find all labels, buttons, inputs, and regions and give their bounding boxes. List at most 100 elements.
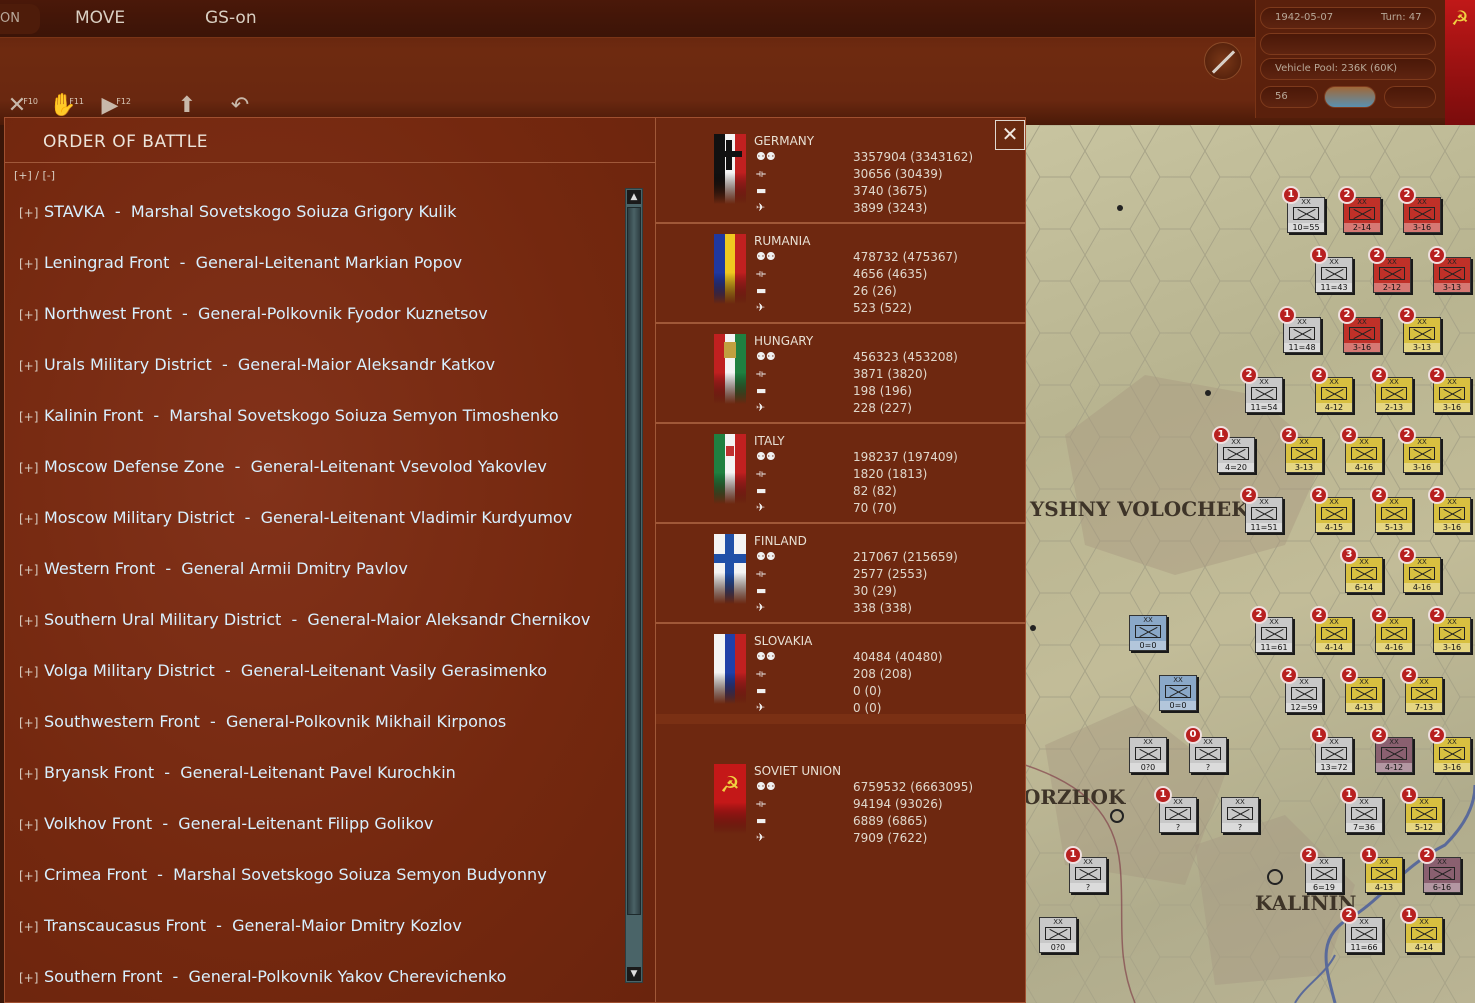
undo-icon[interactable]: ↶ [225, 93, 255, 119]
scroll-thumb[interactable] [627, 207, 641, 915]
command-row[interactable]: [+] Western Front - General Armii Dmitry … [19, 559, 408, 578]
command-row[interactable]: [+] Southern Front - General-Polkovnik Ya… [19, 967, 506, 985]
unit-counter[interactable]: XX 2-13 2 [1370, 366, 1413, 413]
unit-counter[interactable]: XX 12=59 2 [1280, 666, 1323, 713]
expand-row-toggle[interactable]: [+] [19, 716, 38, 730]
unit-counter[interactable]: XX 0?0 [1039, 917, 1077, 953]
scroll-up-arrow-icon[interactable]: ▲ [627, 190, 641, 204]
unit-counter[interactable]: XX 4-12 2 [1310, 366, 1353, 413]
unit-counter[interactable]: XX? [1221, 797, 1259, 833]
expand-row-toggle[interactable]: [+] [19, 410, 38, 424]
unit-counter[interactable]: XX 11=54 2 [1240, 366, 1283, 413]
unit-counter[interactable]: XX 11=43 1 [1310, 246, 1353, 293]
expand-row-toggle[interactable]: [+] [19, 512, 38, 526]
unit-counter[interactable]: XX 4-12 2 [1370, 726, 1413, 773]
unit-counter[interactable]: XX 3-13 2 [1398, 306, 1441, 353]
expand-row-toggle[interactable]: [+] [19, 869, 38, 883]
expand-row-toggle[interactable]: [+] [19, 359, 38, 373]
unit-counter[interactable]: XX 7-13 2 [1400, 666, 1443, 713]
expand-row-toggle[interactable]: [+] [19, 920, 38, 934]
unit-counter[interactable]: XX? 1 [1154, 786, 1197, 833]
expand-row-toggle[interactable]: [+] [19, 308, 38, 322]
unit-counter[interactable]: XX 0=0 [1129, 615, 1167, 651]
unit-counter[interactable]: XX 4-14 2 [1310, 606, 1353, 653]
unit-counter[interactable]: XX 10=55 1 [1282, 186, 1325, 233]
scroll-down-arrow-icon[interactable]: ▼ [627, 967, 641, 981]
unit-counter[interactable]: XX 4-16 2 [1340, 426, 1383, 473]
unit-counter[interactable]: XX 3-16 2 [1398, 186, 1441, 233]
list-scrollbar[interactable]: ▲ ▼ [625, 188, 643, 983]
command-row[interactable]: [+] Volkhov Front - General-Leitenant Fil… [19, 814, 433, 833]
play-tool-icon[interactable]: ▶ F12 [95, 93, 131, 119]
unit-counter[interactable]: XX? 1 [1064, 846, 1107, 893]
expand-row-toggle[interactable]: [+] [19, 818, 38, 832]
unit-counter[interactable]: XX 4-16 2 [1370, 606, 1413, 653]
command-row[interactable]: [+] Crimea Front - Marshal Sovetskogo Soi… [19, 865, 547, 884]
unit-counter[interactable]: XX 11=66 2 [1340, 906, 1383, 953]
unit-counter[interactable]: XX 2-12 2 [1368, 246, 1411, 293]
pencil-icon[interactable] [1204, 42, 1242, 80]
command-row[interactable]: [+] Volga Military District - General-Lei… [19, 661, 547, 680]
expand-row-toggle[interactable]: [+] [19, 563, 38, 577]
command-row[interactable]: [+] Southwestern Front - General-Polkovni… [19, 712, 506, 731]
unit-counter[interactable]: XX 4-15 2 [1310, 486, 1353, 533]
unit-counter[interactable]: XX 6-16 2 [1418, 846, 1461, 893]
unit-counter[interactable]: XX 3-16 2 [1338, 306, 1381, 353]
command-row[interactable]: [+] Leningrad Front - General-Leitenant M… [19, 253, 462, 272]
weather-icon[interactable] [1324, 86, 1376, 108]
unit-counter[interactable]: XX 3-16 2 [1428, 366, 1471, 413]
unit-counter[interactable]: XX 3-16 2 [1428, 606, 1471, 653]
command-row[interactable]: [+] Southern Ural Military District - Gen… [19, 610, 590, 629]
unit-counter[interactable]: XX 13=72 1 [1310, 726, 1353, 773]
expand-row-toggle[interactable]: [+] [19, 461, 38, 475]
tab-move[interactable]: MOVE [75, 8, 125, 28]
command-row[interactable]: [+] Urals Military District - General-Mai… [19, 355, 495, 374]
hand-tool-icon[interactable]: ✋ F11 [48, 93, 84, 119]
command-row[interactable]: [+] Northwest Front - General-Polkovnik F… [19, 304, 488, 323]
unit-counter[interactable]: XX 11=61 2 [1250, 606, 1293, 653]
unit-counter[interactable]: XX? 0 [1184, 726, 1227, 773]
soviet-faction-tab[interactable]: ☭ [1445, 0, 1475, 125]
blank-button[interactable] [1384, 86, 1436, 108]
command-row[interactable]: [+] Moscow Military District - General-Le… [19, 508, 572, 527]
unit-counter[interactable]: XX 4=20 1 [1212, 426, 1255, 473]
unit-counter[interactable]: XX 0?0 [1129, 737, 1167, 773]
unit-counter[interactable]: XX 7=36 1 [1340, 786, 1383, 833]
expand-row-toggle[interactable]: [+] [19, 257, 38, 271]
expand-row-toggle[interactable]: [+] [19, 767, 38, 781]
close-button[interactable]: ✕ [995, 120, 1025, 150]
unit-counter[interactable]: XX 3-16 2 [1398, 426, 1441, 473]
expand-row-toggle[interactable]: [+] [19, 614, 38, 628]
unit-counter[interactable]: XX 4-13 2 [1340, 666, 1383, 713]
command-row[interactable]: [+] STAVKA - Marshal Sovetskogo Soiuza Gr… [19, 202, 457, 221]
unit-counter[interactable]: XX 5-12 1 [1400, 786, 1443, 833]
upload-icon[interactable]: ⬆ [172, 93, 202, 119]
unit-counter[interactable]: XX 3-16 2 [1428, 726, 1471, 773]
unit-counter[interactable]: XX 4-16 2 [1398, 546, 1441, 593]
unit-counter[interactable]: XX 0=0 [1159, 675, 1197, 711]
unit-counter[interactable]: XX 6-14 3 [1340, 546, 1383, 593]
unit-counter[interactable]: XX 4-14 1 [1400, 906, 1443, 953]
tab-gs-on[interactable]: GS-on [205, 8, 257, 28]
tab-on[interactable]: ON [0, 4, 40, 34]
expand-collapse-all-toggle[interactable]: [+] / [-] [14, 169, 55, 182]
unit-strength: 0?0 [1130, 763, 1166, 772]
unit-counter[interactable]: XX 11=51 2 [1240, 486, 1283, 533]
unit-counter[interactable]: XX 11=48 1 [1278, 306, 1321, 353]
hex-map[interactable]: YSHNY VOLOCHEK ORZHOK KALININ XX 10=55 1 XX… [1025, 125, 1475, 1003]
unit-counter[interactable]: XX 3-13 2 [1428, 246, 1471, 293]
expand-row-toggle[interactable]: [+] [19, 665, 38, 679]
unit-counter[interactable]: XX 3-13 2 [1280, 426, 1323, 473]
unit-counter[interactable]: XX 6=19 2 [1300, 846, 1343, 893]
command-row[interactable]: [+] Moscow Defense Zone - General-Leitena… [19, 457, 547, 476]
unit-counter[interactable]: XX 4-13 1 [1360, 846, 1403, 893]
unit-counter[interactable]: XX 5-13 2 [1370, 486, 1413, 533]
command-row[interactable]: [+] Transcaucasus Front - General-Maior D… [19, 916, 462, 935]
command-row[interactable]: [+] Kalinin Front - Marshal Sovetskogo So… [19, 406, 559, 425]
expand-row-toggle[interactable]: [+] [19, 971, 38, 985]
command-row[interactable]: [+] Bryansk Front - General-Leitenant Pav… [19, 763, 456, 782]
expand-row-toggle[interactable]: [+] [19, 206, 38, 220]
unit-counter[interactable]: XX 2-14 2 [1338, 186, 1381, 233]
unit-counter[interactable]: XX 3-16 2 [1428, 486, 1471, 533]
combat-tool-icon[interactable]: ✕ F10 [2, 93, 38, 119]
